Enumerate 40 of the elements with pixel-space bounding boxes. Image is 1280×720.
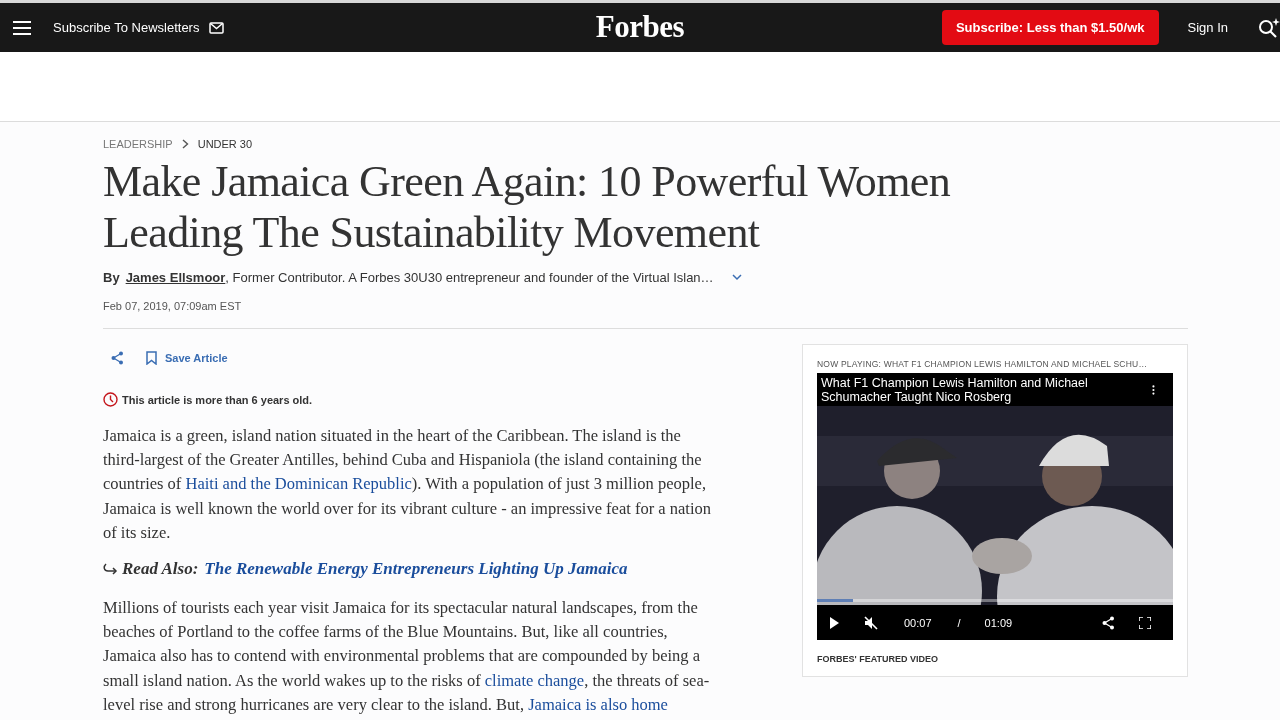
clock-icon [103, 392, 118, 407]
chevron-right-icon [181, 139, 189, 149]
video-player[interactable]: What F1 Champion Lewis Hamilton and Michael Schumacher Taught Nico Rosberg 00:07 / 01:09 [817, 373, 1173, 640]
subscribe-button[interactable]: Subscribe: Less than $1.50/wk [941, 10, 1159, 45]
video-caption: FORBES' FEATURED VIDEO [817, 654, 939, 664]
fullscreen-icon[interactable] [1139, 616, 1151, 629]
inline-link[interactable]: Haiti and the Dominican Republic [185, 474, 412, 494]
share-icon[interactable] [1102, 615, 1115, 630]
newsletter-link[interactable]: Subscribe To Newsletters [53, 20, 200, 35]
chevron-down-icon[interactable] [731, 274, 742, 281]
time-separator: / [957, 616, 961, 629]
current-time: 00:07 [904, 616, 932, 629]
article-paragraph: Millions of tourists each year visit Jamaica for its spectacular natural landscapes, from the beaches of Portland to the coffee farms of the Blue Mountains. But, like all countries, Jamaica also has to contend with environmental problems that are compounded by being a small island nation. As the world wakes up to the risks of climate change, the threats of sea-level rise and strong hurricanes are very clear to the island. But, Jamaica is also home [103, 597, 711, 716]
search-icon[interactable] [1258, 16, 1280, 39]
article-paragraph: Jamaica is a green, island nation situated in the heart of the Caribbean. The island is the third-largest of the Greater Antilles, behind Cuba and Hispaniola (the island containing the countries of Haiti and the Dominican Republic). With a population of just 3 million people, Jamaica is well known the world over for its vibrant culture - an impressive feat for a nation of its size. [103, 425, 713, 544]
now-playing-label: NOW PLAYING: WHAT F1 CHAMPION LEWIS HAMILTON AND MICHAEL SCHU… [817, 359, 1149, 369]
breadcrumb-link[interactable]: UNDER 30 [197, 138, 253, 150]
author-link[interactable]: James Ellsmoor [125, 270, 226, 285]
bookmark-icon [146, 351, 157, 365]
more-options-icon[interactable] [1152, 383, 1155, 397]
inline-link[interactable]: Jamaica is also home [528, 694, 668, 714]
return-arrow-icon [103, 563, 118, 575]
sign-in-link[interactable]: Sign In [1187, 20, 1228, 35]
forbes-logo[interactable]: Forbes [595, 9, 685, 45]
play-icon[interactable] [829, 616, 839, 629]
breadcrumb-link[interactable]: LEADERSHIP [103, 138, 173, 150]
video-title: What F1 Champion Lewis Hamilton and Michael Schumacher Taught Nico Rosberg [821, 376, 1089, 404]
author-description: , Former Contributor. A Forbes 30U30 entrepreneur and founder of the Virtual Islan… [225, 270, 714, 285]
publish-date: Feb 07, 2019, 07:09am EST [103, 300, 243, 312]
mail-icon[interactable] [209, 21, 225, 34]
inline-link[interactable]: climate change [484, 670, 585, 690]
save-article-button[interactable]: Save Article [146, 351, 228, 365]
read-also-label: Read Also: [122, 559, 199, 579]
video-duration: 01:09 [984, 616, 1013, 629]
menu-icon[interactable] [13, 20, 31, 35]
article-title: Make Jamaica Green Again: 10 Powerful Women Leading The Sustainability Movement [103, 156, 952, 258]
article-age-notice: This article is more than 6 years old. [122, 393, 313, 406]
read-also-link[interactable]: The Renewable Energy Entrepreneurs Lighting Up Jamaica [204, 559, 628, 579]
byline-prefix: By [103, 270, 120, 285]
volume-icon[interactable] [864, 615, 878, 630]
